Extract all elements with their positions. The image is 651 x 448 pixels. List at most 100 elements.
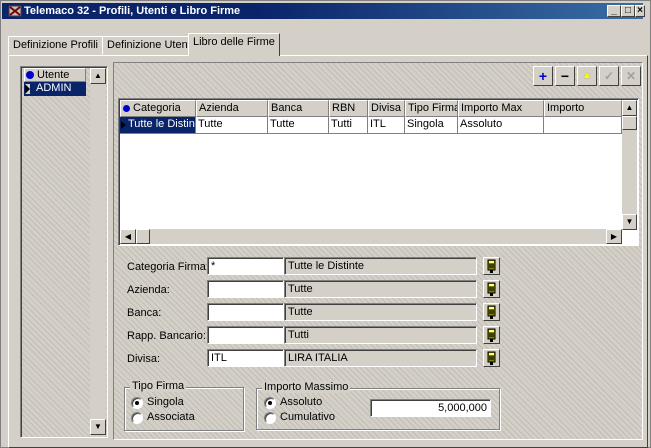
grid-horizontal-thumb[interactable] [136, 229, 150, 244]
banca-code-input[interactable] [207, 303, 284, 321]
add-button[interactable]: + [533, 66, 553, 86]
grid-scroll-down-button[interactable]: ▼ [622, 214, 637, 230]
grid-cell[interactable]: Tutte le Distinte [120, 117, 196, 134]
maximize-icon: □ [624, 5, 632, 16]
categoria-firma-description: Tutte le Distinte [284, 257, 477, 275]
divisa-description: LIRA ITALIA [284, 349, 477, 367]
assoluto-label[interactable]: Assoluto [280, 396, 322, 408]
cumulativo-radio[interactable] [264, 412, 276, 424]
grid-header-row: Categoria Azienda Banca RBN Divisa Tipo … [120, 100, 622, 117]
checkmark-icon: ✓ [603, 69, 615, 83]
azienda-label: Azienda: [127, 284, 170, 296]
row-pointer-icon [121, 121, 126, 129]
grid-scroll-left-button[interactable]: ◀ [120, 229, 136, 244]
scroll-down-icon: ▼ [625, 217, 634, 226]
associata-label[interactable]: Associata [147, 411, 195, 423]
grid-cell[interactable]: Singola [405, 117, 458, 134]
add-icon: + [538, 68, 548, 84]
grid-cell[interactable]: Tutte [196, 117, 268, 134]
banca-lookup-button[interactable] [483, 303, 500, 321]
grid-column-header[interactable]: Azienda [196, 100, 268, 117]
users-scrollbar[interactable] [90, 68, 106, 436]
grid-cell[interactable]: Tutti [329, 117, 368, 134]
rapp-bancario-lookup-button[interactable] [483, 326, 500, 344]
singola-radio[interactable] [131, 397, 143, 409]
users-column-header: Utente [37, 69, 70, 81]
grid-column-header[interactable]: Tipo Firma [405, 100, 458, 117]
tab-definizione-utenti[interactable]: Definizione Utenti [102, 36, 199, 55]
grid-column-header[interactable]: RBN [329, 100, 368, 117]
divisa-lookup-button[interactable] [483, 349, 500, 367]
up-arrow-icon: ▲ [582, 70, 592, 81]
user-name: ADMIN [36, 82, 72, 94]
list-item[interactable]: ADMIN [24, 82, 86, 96]
rapp-bancario-description: Tutti [284, 326, 477, 344]
cumulativo-label[interactable]: Cumulativo [280, 411, 335, 423]
divisa-label: Divisa: [127, 353, 161, 365]
azienda-description: Tutte [284, 280, 477, 298]
minimize-icon: _ [611, 5, 617, 16]
minimize-button[interactable]: _ [607, 5, 621, 17]
record-indicator-icon [123, 105, 130, 112]
grid-cell[interactable]: Assoluto [458, 117, 544, 134]
table-row[interactable]: Tutte le Distinte Tutte Tutte Tutti ITL … [120, 117, 622, 134]
tab-definizione-profili[interactable]: Definizione Profili [8, 36, 103, 55]
lookup-icon [487, 305, 496, 319]
scroll-down-icon: ▼ [94, 422, 102, 431]
assoluto-radio[interactable] [264, 397, 276, 409]
singola-label[interactable]: Singola [147, 396, 184, 408]
grid-scroll-thumb[interactable] [622, 116, 637, 130]
grid-horizontal-scrollbar[interactable] [120, 229, 622, 244]
banca-description: Tutte [284, 303, 477, 321]
rapp-bancario-code-input[interactable] [207, 326, 284, 344]
scroll-up-button[interactable]: ▲ [90, 68, 106, 84]
title-bar[interactable]: Telemaco 32 - Profili, Utenti e Libro Fi… [2, 3, 645, 19]
grid-column-header[interactable]: Banca [268, 100, 329, 117]
tipo-firma-legend: Tipo Firma [130, 380, 187, 392]
tab-label: Libro delle Firme [193, 36, 275, 48]
divisa-code-input[interactable]: ITL [207, 349, 284, 367]
scroll-up-icon: ▲ [94, 71, 102, 80]
categoria-lookup-button[interactable] [483, 257, 500, 275]
grid-column-header[interactable]: Categoria [120, 100, 196, 117]
scroll-left-icon: ◀ [124, 232, 132, 241]
grid-column-header[interactable]: Importo Max [458, 100, 544, 117]
azienda-code-input[interactable] [207, 280, 284, 298]
window-title: Telemaco 32 - Profili, Utenti e Libro Fi… [24, 5, 241, 17]
grid-cell[interactable]: ITL [368, 117, 405, 134]
associata-radio[interactable] [131, 412, 143, 424]
close-icon: × [637, 5, 643, 16]
cancel-button[interactable]: ✕ [621, 66, 641, 86]
lookup-icon [487, 328, 496, 342]
scroll-right-icon: ▶ [610, 232, 618, 241]
cell-value: Tutte le Distinte [128, 118, 195, 130]
grid-cell[interactable] [544, 117, 622, 134]
move-up-button[interactable]: ▲ [577, 66, 597, 86]
grid-column-header[interactable]: Importo [544, 100, 622, 117]
grid-scroll-right-button[interactable]: ▶ [606, 229, 622, 244]
tab-libro-delle-firme[interactable]: Libro delle Firme [188, 33, 280, 56]
confirm-button[interactable]: ✓ [599, 66, 619, 86]
app-icon [8, 5, 22, 17]
scroll-up-icon: ▲ [625, 103, 634, 112]
tab-label: Definizione Utenti [107, 39, 194, 51]
users-list-header[interactable]: Utente [24, 68, 86, 82]
grid-scroll-up-button[interactable]: ▲ [622, 100, 637, 116]
categoria-firma-label: Categoria Firma: [127, 261, 209, 273]
rapp-bancario-label: Rapp. Bancario: [127, 330, 206, 342]
remove-icon: − [560, 68, 570, 84]
tipo-firma-group [124, 387, 244, 431]
categoria-firma-code-input[interactable]: * [207, 257, 284, 275]
grid-cell[interactable]: Tutte [268, 117, 329, 134]
tab-label: Definizione Profili [13, 39, 98, 51]
grid-column-header[interactable]: Divisa [368, 100, 405, 117]
scroll-down-button[interactable]: ▼ [90, 419, 106, 435]
banca-label: Banca: [127, 307, 162, 319]
maximize-button[interactable]: □ [621, 5, 635, 17]
importo-massimo-input[interactable]: 5,000,000 [370, 399, 491, 417]
close-button[interactable]: × [635, 5, 645, 17]
azienda-lookup-button[interactable] [483, 280, 500, 298]
remove-button[interactable]: − [555, 66, 575, 86]
lookup-icon [487, 282, 496, 296]
column-label: Categoria [133, 102, 181, 114]
